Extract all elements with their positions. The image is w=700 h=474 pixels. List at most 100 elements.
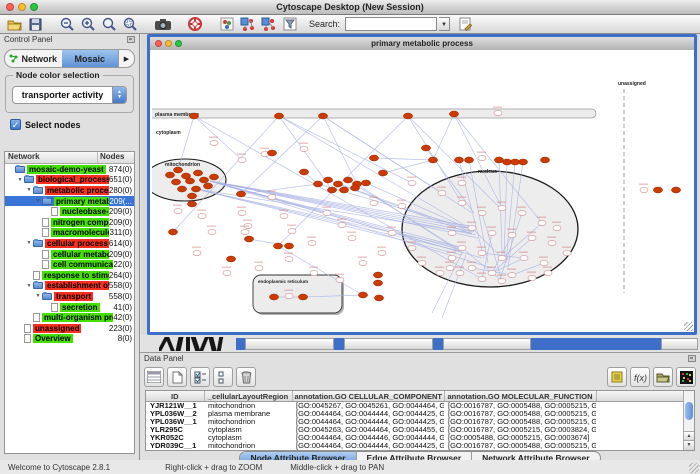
network-node-open[interactable] xyxy=(208,229,216,234)
network-node-open[interactable] xyxy=(488,230,496,235)
table-row[interactable]: YLR295Ccytoplasm[GO:0045263, GO:0044464,… xyxy=(146,426,695,434)
network-node[interactable] xyxy=(189,113,198,119)
network-node-open[interactable] xyxy=(241,229,249,234)
search-input[interactable] xyxy=(345,17,437,31)
network-node[interactable] xyxy=(350,185,359,191)
network-node-open[interactable] xyxy=(528,235,536,240)
scrollbar-thumb[interactable] xyxy=(685,402,693,420)
network-node[interactable] xyxy=(171,179,180,185)
network-node[interactable] xyxy=(173,167,182,173)
network-node[interactable] xyxy=(378,170,387,176)
network-node-open[interactable] xyxy=(238,210,246,215)
network-window-titlebar[interactable]: primary metabolic process xyxy=(150,37,694,51)
network-node[interactable] xyxy=(428,157,437,163)
network-node-open[interactable] xyxy=(518,210,526,215)
zoom-out-icon[interactable] xyxy=(58,16,77,33)
delete-attribute-icon[interactable] xyxy=(236,367,256,387)
network-node[interactable] xyxy=(267,150,276,156)
network-node-open[interactable] xyxy=(446,265,454,270)
tree-row[interactable]: nucleobase-209(0) xyxy=(5,206,134,217)
vizmapper-icon[interactable] xyxy=(217,16,236,33)
network-node-open[interactable] xyxy=(359,260,367,265)
expand-arrow-icon[interactable]: ▼ xyxy=(25,187,33,193)
network-node-open[interactable] xyxy=(255,265,263,270)
network-node-open[interactable] xyxy=(640,187,648,192)
network-node-open[interactable] xyxy=(458,245,466,250)
network-a-icon[interactable] xyxy=(238,16,257,33)
network-node[interactable] xyxy=(177,186,186,192)
tree-row[interactable]: ▼transport558(0) xyxy=(5,291,134,302)
tree-row[interactable]: nitrogen compo209(0) xyxy=(5,217,134,228)
network-node-open[interactable] xyxy=(478,210,486,215)
network-node[interactable] xyxy=(209,174,218,180)
network-node-open[interactable] xyxy=(370,200,378,205)
network-node-open[interactable] xyxy=(548,240,556,245)
new-attribute-icon[interactable] xyxy=(167,367,187,387)
network-node[interactable] xyxy=(199,177,208,183)
window-controls[interactable] xyxy=(6,3,38,11)
network-node[interactable] xyxy=(244,236,253,242)
network-node[interactable] xyxy=(653,187,662,193)
network-node-open[interactable] xyxy=(398,203,406,208)
tabs-overflow-button[interactable]: ▶ xyxy=(118,50,134,67)
expand-arrow-icon[interactable]: ▼ xyxy=(25,283,33,289)
network-node-open[interactable] xyxy=(488,270,496,275)
table-row[interactable]: YPL036W__2plasma membrane[GO:0044464, GO… xyxy=(146,410,695,418)
network-node-open[interactable] xyxy=(498,205,506,210)
attribute-table[interactable]: ID_cellularLayoutRegionannotation.GO CEL… xyxy=(145,390,695,451)
network-node[interactable] xyxy=(298,294,307,300)
network-node-open[interactable] xyxy=(498,278,506,283)
float-panel-icon[interactable] xyxy=(127,36,135,43)
network-node-open[interactable] xyxy=(323,210,331,215)
unselect-attributes-icon[interactable] xyxy=(213,367,233,387)
select-attributes-icon[interactable] xyxy=(190,367,210,387)
filter-icon[interactable] xyxy=(280,16,299,33)
network-node[interactable] xyxy=(299,169,308,175)
table-row[interactable]: YPL036W__1mitochondrion[GO:0044464, GO:0… xyxy=(146,418,695,426)
network-node-open[interactable] xyxy=(468,265,476,270)
annotation-icon[interactable] xyxy=(456,16,475,33)
column-header[interactable]: _cellularLayoutRegion xyxy=(204,391,292,402)
table-scrollbar[interactable]: ▲ ▼ xyxy=(683,391,694,450)
tree-row[interactable]: cell communicat22(0) xyxy=(5,259,134,270)
open-file-icon[interactable] xyxy=(5,16,24,33)
network-node-open[interactable] xyxy=(458,200,466,205)
network-node[interactable] xyxy=(361,180,370,186)
network-node[interactable] xyxy=(168,229,177,235)
network-node-open[interactable] xyxy=(338,222,346,227)
network-node[interactable] xyxy=(421,145,430,151)
zoom-in-icon[interactable] xyxy=(79,16,98,33)
network-node-open[interactable] xyxy=(528,275,536,280)
tab-network[interactable]: Network xyxy=(5,50,62,67)
zoom-selected-icon[interactable] xyxy=(121,16,140,33)
network-node-open[interactable] xyxy=(468,225,476,230)
save-icon[interactable] xyxy=(26,16,45,33)
close-window-icon[interactable] xyxy=(6,3,14,11)
network-node[interactable] xyxy=(339,187,348,193)
network-node[interactable] xyxy=(374,295,383,301)
network-node[interactable] xyxy=(187,193,196,199)
network-node-open[interactable] xyxy=(408,180,416,185)
network-node-open[interactable] xyxy=(378,250,386,255)
table-row[interactable]: YDR039C__1mitochondrion[GO:0044464, GO:0… xyxy=(146,442,695,450)
help-ring-icon[interactable] xyxy=(185,16,204,33)
network-node[interactable] xyxy=(358,292,367,298)
network-node[interactable] xyxy=(284,243,293,249)
network-node-open[interactable] xyxy=(498,255,506,260)
tree-row[interactable]: multi-organism pro42(0) xyxy=(5,312,134,323)
network-node[interactable] xyxy=(193,170,202,176)
network-node-open[interactable] xyxy=(508,272,516,277)
float-data-panel-icon[interactable] xyxy=(688,355,696,362)
network-node-open[interactable] xyxy=(174,208,182,213)
expand-arrow-icon[interactable]: ▼ xyxy=(34,198,42,204)
network-node[interactable] xyxy=(454,157,463,163)
network-node[interactable] xyxy=(226,256,235,262)
network-node[interactable] xyxy=(165,172,174,178)
column-header[interactable] xyxy=(596,391,695,402)
network-node-open[interactable] xyxy=(458,180,466,185)
network-node-open[interactable] xyxy=(478,250,486,255)
network-node-open[interactable] xyxy=(478,155,486,160)
network-node[interactable] xyxy=(191,186,200,192)
tree-row[interactable]: secretion41(0) xyxy=(5,302,134,313)
network-node[interactable] xyxy=(671,187,680,193)
